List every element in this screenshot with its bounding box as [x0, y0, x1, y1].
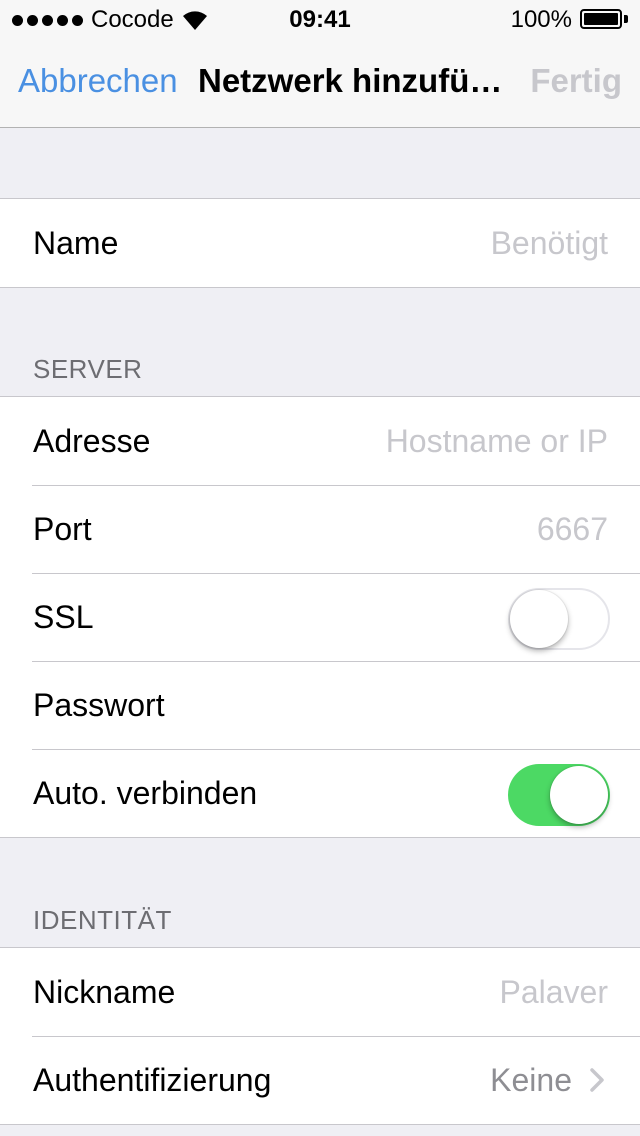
done-button[interactable]: Fertig	[530, 62, 622, 100]
ssl-label: SSL	[33, 599, 94, 635]
chevron-right-icon	[590, 1068, 604, 1092]
cancel-button[interactable]: Abbrechen	[18, 62, 178, 100]
battery-icon	[580, 9, 628, 31]
address-label: Adresse	[33, 423, 151, 459]
nickname-field[interactable]: Palaver	[500, 948, 609, 1036]
auto-connect-toggle[interactable]	[508, 764, 610, 826]
status-bar: Cocode 09:41 100%	[0, 0, 640, 40]
password-row[interactable]: Passwort	[0, 661, 640, 749]
toggle-knob	[510, 590, 568, 648]
address-row[interactable]: Adresse Hostname or IP	[0, 397, 640, 485]
name-label: Name	[33, 225, 119, 261]
nickname-row[interactable]: Nickname Palaver	[0, 948, 640, 1036]
auto-connect-label: Auto. verbinden	[33, 775, 258, 811]
page-title: Netzwerk hinzufü…	[198, 62, 503, 99]
server-section-header: SERVER	[33, 354, 143, 384]
toggle-knob	[550, 766, 608, 824]
nickname-label: Nickname	[33, 974, 176, 1010]
server-group: Adresse Hostname or IP Port 6667 SSL Pas…	[0, 396, 640, 838]
name-group: Name Benötigt	[0, 198, 640, 288]
authentication-label: Authentifizierung	[33, 1062, 272, 1098]
address-field[interactable]: Hostname or IP	[386, 397, 608, 485]
identity-group: Nickname Palaver Authentifizierung Keine	[0, 947, 640, 1125]
port-label: Port	[33, 511, 92, 547]
password-label: Passwort	[33, 687, 165, 723]
battery-percent: 100%	[510, 6, 572, 33]
authentication-row[interactable]: Authentifizierung Keine	[0, 1036, 640, 1124]
authentication-value: Keine	[490, 1062, 572, 1098]
battery-info: 100%	[511, 6, 628, 34]
port-field[interactable]: 6667	[537, 485, 608, 573]
ssl-row: SSL	[0, 573, 640, 661]
name-field[interactable]: Benötigt	[491, 199, 608, 287]
port-row[interactable]: Port 6667	[0, 485, 640, 573]
navigation-bar: Abbrechen Netzwerk hinzufü… Fertig	[0, 40, 640, 128]
identity-section-header: IDENTITÄT	[33, 905, 172, 935]
auto-connect-row: Auto. verbinden	[0, 749, 640, 837]
ssl-toggle[interactable]	[508, 588, 610, 650]
name-row[interactable]: Name Benötigt	[0, 199, 640, 287]
